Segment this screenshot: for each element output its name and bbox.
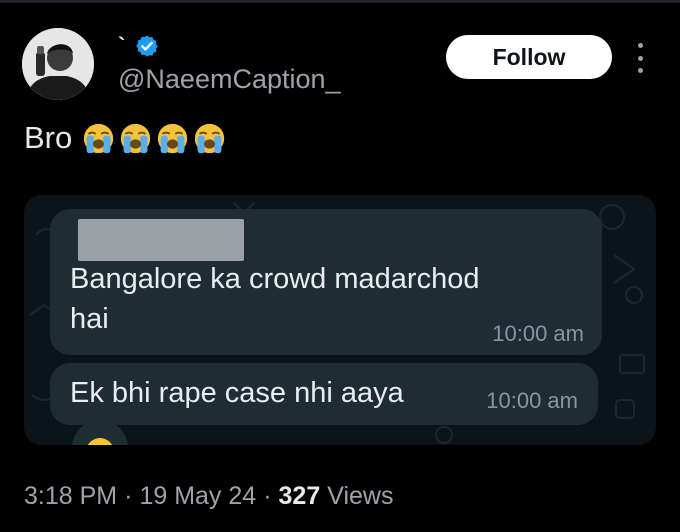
top-divider: [0, 0, 680, 3]
reaction-emoji: [72, 420, 128, 445]
more-dot: [637, 55, 643, 61]
loudly-crying-face-icon: [158, 123, 188, 153]
face-emoji-icon: [87, 438, 113, 445]
tweet-meta: 3:18 PM · 19 May 24 · 327 Views: [24, 482, 393, 511]
more-dot: [637, 43, 643, 48]
redacted-sender-name: [78, 219, 244, 261]
chat-message-time: 10:00 am: [492, 321, 584, 346]
loudly-crying-face-icon: [84, 123, 114, 153]
chat-message-text: Bangalore ka crowd madarchod hai: [70, 263, 480, 335]
tweet-text: Bro: [24, 120, 226, 156]
tweet-date[interactable]: 19 May 24: [139, 482, 256, 511]
author-name-row: `: [118, 32, 159, 60]
views-count[interactable]: 327: [279, 482, 321, 511]
chat-message-text: Ek bhi rape case nhi aaya: [70, 377, 404, 409]
avatar-image: [22, 28, 94, 100]
avatar[interactable]: [22, 28, 94, 100]
loudly-crying-face-icon: [195, 123, 225, 153]
loudly-crying-face-icon: [121, 123, 151, 153]
author-display-name[interactable]: `: [118, 35, 125, 57]
meta-separator: ·: [124, 482, 133, 510]
author-handle[interactable]: @NaeemCaption_: [118, 64, 341, 95]
more-options-icon[interactable]: [630, 40, 650, 76]
verified-badge-icon: [136, 35, 159, 57]
tweet-time[interactable]: 3:18 PM: [24, 482, 117, 511]
tweet-media-image[interactable]: Bangalore ka crowd madarchod hai 10:00 a…: [24, 195, 656, 445]
more-dot: [637, 68, 643, 73]
follow-button[interactable]: Follow: [446, 35, 612, 79]
chat-message-time: 10:00 am: [486, 388, 578, 413]
chat-bubble: Bangalore ka crowd madarchod hai 10:00 a…: [50, 209, 602, 355]
tweet-text-content: Bro: [24, 120, 73, 155]
views-label: Views: [327, 482, 394, 510]
chat-bubble: Ek bhi rape case nhi aaya 10:00 am: [50, 363, 598, 425]
meta-separator: ·: [263, 482, 272, 510]
